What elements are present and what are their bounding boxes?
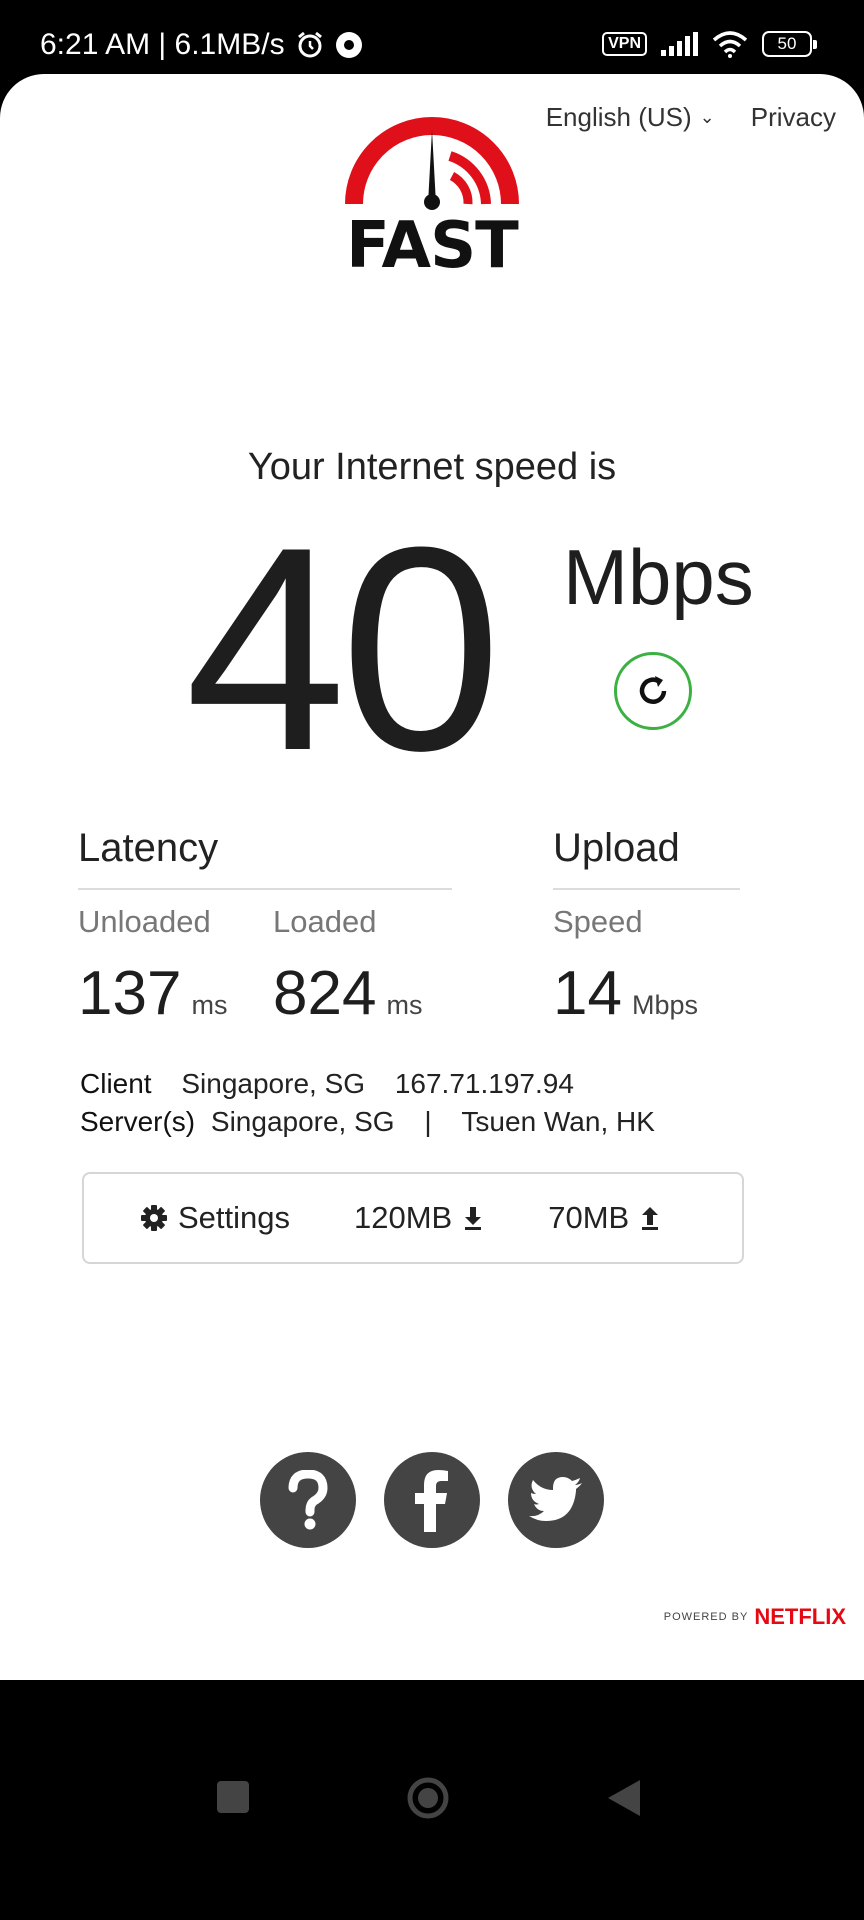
- status-left: 6:21 AM | 6.1MB/s: [40, 28, 363, 62]
- home-icon[interactable]: [406, 1776, 450, 1820]
- gear-icon: [141, 1205, 167, 1231]
- server-location-1: Singapore, SG: [210, 1106, 395, 1137]
- server-location-2: Tsuen Wan, HK: [461, 1106, 655, 1137]
- alarm-icon: [297, 31, 322, 58]
- facebook-icon: [415, 1470, 448, 1532]
- unloaded-label: Unloaded: [78, 904, 211, 939]
- loaded-unit: ms: [386, 990, 423, 1020]
- netflix-logo: NETFLIX: [754, 1604, 846, 1629]
- client-ip: 167.71.197.94: [394, 1068, 574, 1099]
- twitter-icon: [529, 1477, 582, 1521]
- powered-by-label: POWERED BY: [663, 1611, 749, 1623]
- refresh-button[interactable]: [614, 652, 692, 730]
- server-label: Server(s): [80, 1106, 196, 1137]
- loaded-value: 824: [273, 959, 377, 1028]
- privacy-link[interactable]: Privacy: [751, 102, 836, 133]
- settings-button[interactable]: Settings: [140, 1200, 290, 1236]
- upload-title: Upload: [553, 826, 680, 870]
- download-size: 120MB: [354, 1200, 484, 1236]
- vpn-badge: VPN: [602, 32, 647, 56]
- question-icon: [288, 1470, 328, 1530]
- loaded-latency: 824 ms: [273, 958, 422, 1029]
- page: English (US) ⌄ Privacy FAST Your Interne…: [0, 74, 864, 1680]
- top-links: English (US) ⌄ Privacy: [546, 102, 836, 133]
- back-icon[interactable]: [606, 1778, 642, 1818]
- settings-label: Settings: [178, 1200, 291, 1235]
- speed-unit: Mbps: [563, 533, 754, 621]
- language-label: English (US): [545, 102, 692, 132]
- record-icon: [335, 32, 362, 58]
- fast-logo: FAST: [340, 104, 524, 283]
- speedometer-icon: [345, 117, 519, 210]
- upload-unit: Mbps: [631, 990, 698, 1020]
- chevron-down-icon: ⌄: [699, 107, 715, 127]
- wifi-icon: [712, 31, 748, 58]
- recents-icon[interactable]: [216, 1780, 250, 1814]
- client-label: Client: [80, 1068, 152, 1099]
- upload-value: 14: [553, 959, 622, 1028]
- client-location: Singapore, SG: [181, 1068, 366, 1099]
- latency-divider: [78, 888, 452, 890]
- logo-text: FAST: [346, 209, 519, 283]
- help-button[interactable]: [260, 1452, 356, 1548]
- server-info: Server(s) Singapore, SG | Tsuen Wan, HK: [80, 1106, 655, 1138]
- client-info: Client Singapore, SG 167.71.197.94: [80, 1068, 574, 1100]
- download-arrow-icon: [465, 1207, 482, 1230]
- unloaded-latency: 137 ms: [78, 958, 227, 1029]
- upload-speed: 14 Mbps: [553, 958, 698, 1029]
- unloaded-unit: ms: [191, 990, 228, 1020]
- signal-icon: [661, 32, 698, 56]
- download-size-value: 120MB: [354, 1200, 453, 1235]
- battery-indicator: 50: [762, 31, 817, 57]
- upload-size: 70MB: [548, 1200, 661, 1236]
- speed-value: 40: [185, 487, 502, 811]
- settings-bar: Settings 120MB 70MB: [82, 1172, 744, 1264]
- upload-size-value: 70MB: [548, 1200, 630, 1235]
- upload-arrow-icon: [642, 1207, 659, 1230]
- facebook-button[interactable]: [384, 1452, 480, 1548]
- language-selector[interactable]: English (US) ⌄: [546, 102, 715, 133]
- navigation-bar: [0, 1680, 864, 1920]
- speed-intro: Your Internet speed is: [247, 446, 617, 488]
- upload-speed-label: Speed: [553, 904, 643, 939]
- twitter-button[interactable]: [508, 1452, 604, 1548]
- status-right: VPN 50: [602, 30, 817, 58]
- latency-title: Latency: [78, 826, 219, 870]
- status-time-speed: 6:21 AM | 6.1MB/s: [40, 28, 285, 61]
- server-separator: |: [424, 1106, 432, 1137]
- loaded-label: Loaded: [273, 904, 377, 939]
- unloaded-value: 137: [78, 959, 182, 1028]
- upload-divider: [553, 888, 740, 890]
- powered-by[interactable]: POWERED BY NETFLIX: [664, 1604, 846, 1630]
- status-bar: 6:21 AM | 6.1MB/s VPN 50: [0, 0, 864, 80]
- refresh-icon: [639, 676, 667, 704]
